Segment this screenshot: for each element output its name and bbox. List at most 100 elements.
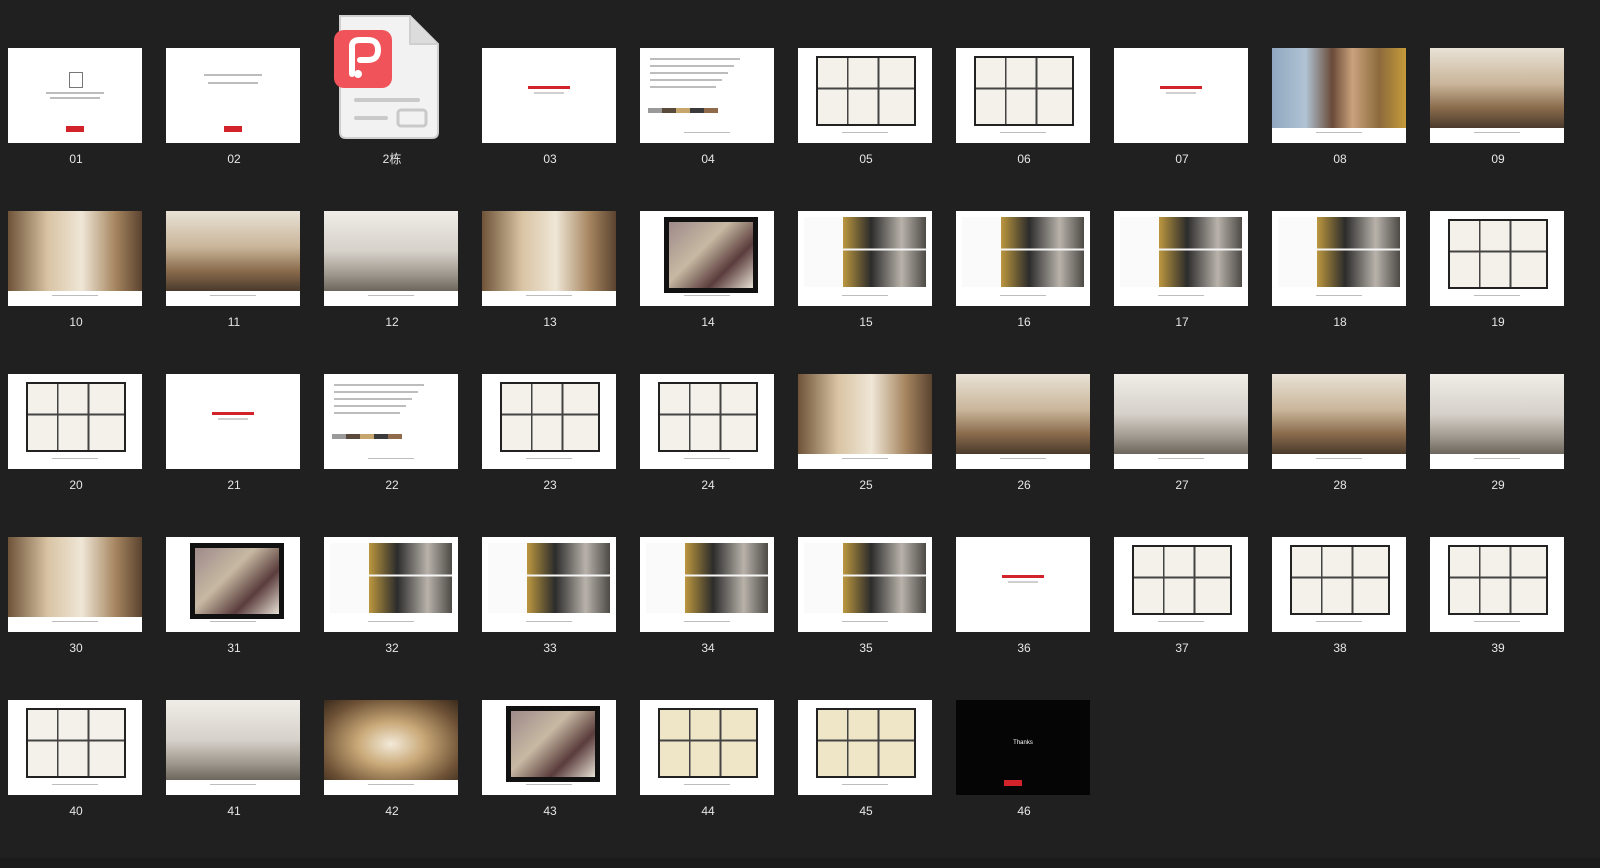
slide-thumbnail-item[interactable]: 27 xyxy=(1106,326,1258,492)
slide-thumbnail-item[interactable]: 19 xyxy=(1422,163,1574,329)
slide-thumbnail[interactable] xyxy=(8,537,142,632)
thanks-text: Thanks xyxy=(1013,740,1033,746)
slide-thumbnail[interactable] xyxy=(798,537,932,632)
slide-thumbnail[interactable] xyxy=(956,537,1090,632)
slide-thumbnail[interactable] xyxy=(166,700,300,795)
slide-thumbnail-item[interactable]: 25 xyxy=(790,326,942,492)
slide-thumbnail[interactable] xyxy=(956,211,1090,306)
pdf-document-icon[interactable] xyxy=(334,12,442,140)
slide-thumbnail-item[interactable]: 44 xyxy=(632,652,784,818)
slide-thumbnail[interactable] xyxy=(482,374,616,469)
slide-thumbnail[interactable] xyxy=(956,48,1090,143)
slide-thumbnail-item[interactable]: 32 xyxy=(316,489,468,655)
slide-thumbnail-item[interactable]: 23 xyxy=(474,326,626,492)
slide-thumbnail-item[interactable]: 21 xyxy=(158,326,310,492)
slide-thumbnail[interactable] xyxy=(1114,48,1248,143)
slide-thumbnail-item[interactable]: 36 xyxy=(948,489,1100,655)
slide-thumbnail-item[interactable]: 24 xyxy=(632,326,784,492)
slide-thumbnail[interactable]: Thanks xyxy=(956,700,1090,795)
slide-thumbnail-item[interactable]: 13 xyxy=(474,163,626,329)
slide-thumbnail[interactable] xyxy=(1272,48,1406,143)
slide-thumbnail-item[interactable]: 04 xyxy=(632,0,784,166)
slide-thumbnail-item[interactable]: 45 xyxy=(790,652,942,818)
slide-thumbnail[interactable] xyxy=(798,700,932,795)
slide-thumbnail[interactable] xyxy=(1430,374,1564,469)
slide-thumbnail-item[interactable]: 40 xyxy=(0,652,152,818)
slide-thumbnail[interactable] xyxy=(324,374,458,469)
slide-thumbnail[interactable] xyxy=(482,211,616,306)
slide-thumbnail-item[interactable]: 18 xyxy=(1264,163,1416,329)
slide-thumbnail[interactable] xyxy=(640,537,774,632)
slide-thumbnail[interactable] xyxy=(482,48,616,143)
slide-thumbnail-item[interactable]: 10 xyxy=(0,163,152,329)
slide-thumbnail[interactable] xyxy=(324,700,458,795)
slide-thumbnail[interactable] xyxy=(1114,374,1248,469)
slide-thumbnail-item[interactable]: 11 xyxy=(158,163,310,329)
slide-thumbnail[interactable] xyxy=(482,537,616,632)
slide-thumbnail[interactable] xyxy=(482,700,616,795)
slide-thumbnail[interactable] xyxy=(1272,211,1406,306)
slide-thumbnail[interactable] xyxy=(166,211,300,306)
slide-thumbnail[interactable] xyxy=(166,48,300,143)
slide-thumbnail[interactable] xyxy=(1114,211,1248,306)
slide-thumbnail[interactable] xyxy=(166,537,300,632)
slide-thumbnail-item[interactable]: 09 xyxy=(1422,0,1574,166)
slide-thumbnail[interactable] xyxy=(640,374,774,469)
slide-thumbnail[interactable] xyxy=(640,48,774,143)
slide-thumbnail-item[interactable]: 43 xyxy=(474,652,626,818)
pdf-file-item[interactable]: 2栋 xyxy=(316,0,468,166)
slide-thumbnail[interactable] xyxy=(1272,537,1406,632)
slide-thumbnail[interactable] xyxy=(1114,537,1248,632)
slide-thumbnail-item[interactable]: 41 xyxy=(158,652,310,818)
slide-thumbnail[interactable] xyxy=(1430,48,1564,143)
slide-thumbnail-item[interactable]: 37 xyxy=(1106,489,1258,655)
slide-thumbnail-item[interactable]: 33 xyxy=(474,489,626,655)
slide-thumbnail[interactable] xyxy=(640,700,774,795)
slide-thumbnail-item[interactable]: 08 xyxy=(1264,0,1416,166)
slide-thumbnail-item[interactable]: 42 xyxy=(316,652,468,818)
slide-thumbnail[interactable] xyxy=(1272,374,1406,469)
slide-thumbnail-item[interactable]: 30 xyxy=(0,489,152,655)
slide-thumbnail-item[interactable]: 07 xyxy=(1106,0,1258,166)
slide-thumbnail[interactable] xyxy=(8,211,142,306)
slide-thumbnail-item[interactable]: 06 xyxy=(948,0,1100,166)
slide-thumbnail-item[interactable]: 29 xyxy=(1422,326,1574,492)
slide-thumbnail[interactable] xyxy=(798,374,932,469)
slide-thumbnail-item[interactable]: 22 xyxy=(316,326,468,492)
section-subtitle-line xyxy=(218,418,248,420)
slide-thumbnail-item[interactable]: 39 xyxy=(1422,489,1574,655)
image-collage xyxy=(804,543,926,613)
slide-thumbnail-item[interactable]: 16 xyxy=(948,163,1100,329)
slide-thumbnail[interactable] xyxy=(956,374,1090,469)
slide-thumbnail-item[interactable]: 15 xyxy=(790,163,942,329)
title-text-line xyxy=(46,92,104,94)
slide-thumbnail-item[interactable]: 20 xyxy=(0,326,152,492)
slide-thumbnail-item[interactable]: 03 xyxy=(474,0,626,166)
slide-thumbnail[interactable] xyxy=(8,374,142,469)
slide-caption-line xyxy=(1000,132,1046,133)
slide-thumbnail[interactable] xyxy=(166,374,300,469)
slide-thumbnail-item[interactable]: 02 xyxy=(158,0,310,166)
body-text-line xyxy=(650,72,728,74)
slide-thumbnail-item[interactable]: 12 xyxy=(316,163,468,329)
slide-thumbnail[interactable] xyxy=(324,211,458,306)
slide-thumbnail[interactable] xyxy=(1430,537,1564,632)
slide-thumbnail[interactable] xyxy=(640,211,774,306)
slide-thumbnail-item[interactable]: 14 xyxy=(632,163,784,329)
slide-thumbnail[interactable] xyxy=(1430,211,1564,306)
slide-thumbnail[interactable] xyxy=(8,700,142,795)
slide-thumbnail-item[interactable]: 35 xyxy=(790,489,942,655)
slide-thumbnail-item[interactable]: 17 xyxy=(1106,163,1258,329)
slide-thumbnail-item[interactable]: Thanks 46 xyxy=(948,652,1100,818)
slide-thumbnail-item[interactable]: 05 xyxy=(790,0,942,166)
slide-thumbnail[interactable] xyxy=(798,211,932,306)
slide-thumbnail-item[interactable]: 28 xyxy=(1264,326,1416,492)
slide-thumbnail-item[interactable]: 31 xyxy=(158,489,310,655)
slide-thumbnail[interactable] xyxy=(798,48,932,143)
slide-thumbnail[interactable] xyxy=(8,48,142,143)
slide-thumbnail-item[interactable]: 01 xyxy=(0,0,152,166)
slide-thumbnail-item[interactable]: 38 xyxy=(1264,489,1416,655)
slide-thumbnail-item[interactable]: 26 xyxy=(948,326,1100,492)
slide-thumbnail-item[interactable]: 34 xyxy=(632,489,784,655)
slide-thumbnail[interactable] xyxy=(324,537,458,632)
